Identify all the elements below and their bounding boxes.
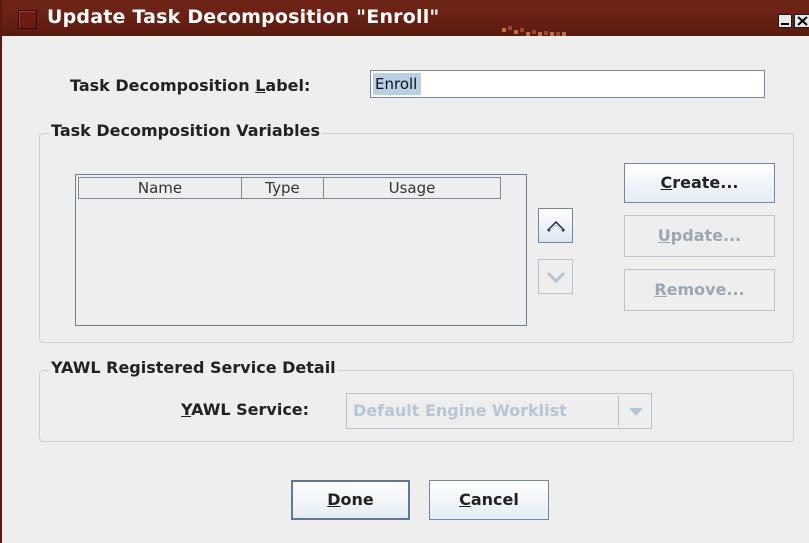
service-select-value: Default Engine Worklist (353, 401, 567, 420)
variables-group-title: Task Decomposition Variables (49, 121, 322, 140)
window-title: Update Task Decomposition "Enroll" (47, 6, 440, 28)
done-label: one (340, 490, 374, 509)
update-label: pdate... (670, 226, 742, 245)
column-header-name[interactable]: Name (79, 178, 242, 198)
remove-label: emove... (666, 280, 745, 299)
cancel-label: ancel (470, 490, 519, 509)
create-button[interactable]: Create... (624, 163, 775, 203)
column-header-usage[interactable]: Usage (324, 178, 500, 198)
update-mnemonic: U (657, 226, 671, 245)
column-header-type[interactable]: Type (242, 178, 324, 198)
service-select-divider (618, 396, 619, 426)
move-down-button[interactable] (538, 259, 573, 294)
label-caption-prefix: Task Decomposition (70, 76, 256, 95)
minimize-icon[interactable] (778, 14, 792, 28)
done-mnemonic: D (327, 490, 341, 509)
variables-table-header: Name Type Usage (78, 177, 501, 199)
service-label-mnemonic: Y (181, 400, 192, 419)
done-button[interactable]: Done (291, 480, 410, 520)
dialog-window: Update Task Decomposition "Enroll" Task … (0, 0, 809, 543)
title-bar[interactable]: Update Task Decomposition "Enroll" (2, 0, 809, 36)
remove-button[interactable]: Remove... (624, 269, 775, 311)
chevron-down-icon (546, 271, 565, 283)
move-up-button[interactable] (538, 208, 573, 243)
decomposition-label-input[interactable]: Enroll (370, 70, 765, 98)
label-caption-mnemonic: L (255, 76, 266, 95)
service-label-text: AWL Service: (191, 400, 310, 419)
chevron-up-icon (546, 220, 565, 232)
close-icon[interactable] (794, 14, 809, 28)
service-label: YAWL Service: (181, 400, 309, 419)
create-mnemonic: C (660, 173, 673, 192)
create-label: reate... (672, 173, 739, 192)
decomposition-label-value[interactable]: Enroll (373, 73, 422, 95)
remove-mnemonic: R (654, 280, 667, 299)
update-button[interactable]: Update... (624, 215, 775, 257)
dropdown-arrow-icon[interactable] (629, 408, 643, 416)
service-group-title: YAWL Registered Service Detail (49, 358, 338, 377)
titlebar-decoration (502, 26, 566, 36)
window-icon (18, 10, 37, 29)
cancel-button[interactable]: Cancel (429, 480, 549, 520)
variables-table[interactable]: Name Type Usage (75, 174, 527, 326)
service-select[interactable]: Default Engine Worklist (346, 393, 652, 429)
label-caption-suffix: abel: (265, 76, 311, 95)
cancel-mnemonic: C (459, 490, 471, 509)
decomposition-label-caption: Task Decomposition Label: (70, 76, 310, 95)
